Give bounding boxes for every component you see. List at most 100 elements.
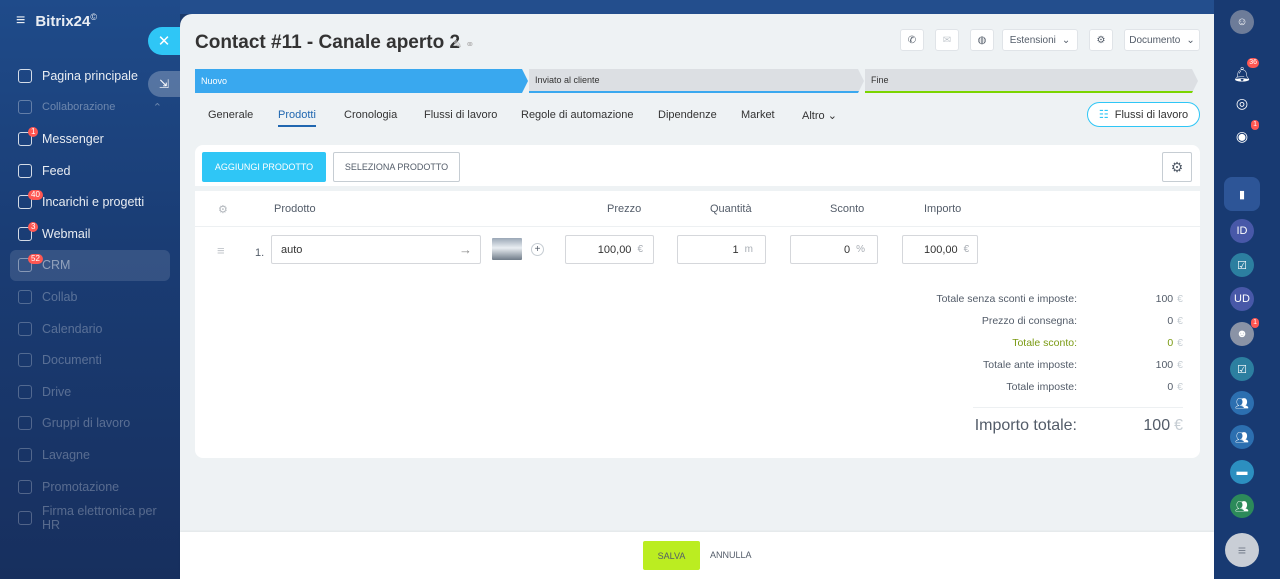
footer-bar: SALVA ANNULLA bbox=[180, 532, 1214, 579]
tab-automation[interactable]: Regole di automazione bbox=[521, 109, 634, 121]
group-icon-3[interactable]: 👥︎ bbox=[1230, 494, 1254, 518]
tab-altro[interactable]: Altro ⌄ bbox=[802, 109, 837, 122]
pencil-icon[interactable]: ✎ bbox=[453, 39, 462, 51]
sidebar-item-boards[interactable]: Lavagne bbox=[10, 439, 170, 471]
bookmark-icon[interactable]: ▮ bbox=[1224, 177, 1260, 211]
sidebar-item-home[interactable]: Pagina principale bbox=[10, 60, 170, 92]
sidebar-item-workgroups[interactable]: Gruppi di lavoro bbox=[10, 408, 170, 440]
activity-icon[interactable]: ◎ bbox=[1230, 91, 1254, 115]
sidebar-item-drive[interactable]: Drive bbox=[10, 376, 170, 408]
sidebar-item-documents[interactable]: Documenti bbox=[10, 344, 170, 376]
document-icon bbox=[18, 353, 32, 368]
minimize-slider-button[interactable]: ⇲ bbox=[148, 71, 180, 97]
chevron-down-icon: ⌄ bbox=[1186, 34, 1195, 46]
product-name-input[interactable]: auto → bbox=[271, 235, 481, 264]
link-icon[interactable]: ⚭ bbox=[465, 39, 474, 51]
sidebar-item-feed[interactable]: Feed bbox=[10, 155, 170, 187]
avatar-icon: ☺ bbox=[1236, 16, 1248, 28]
menu-icon[interactable]: ≡ bbox=[16, 12, 25, 30]
tax-label: Totale imposte: bbox=[1006, 381, 1077, 393]
quantity-input[interactable]: 1m bbox=[677, 235, 766, 264]
page-title: Contact #11 - Canale aperto 2 bbox=[195, 32, 461, 53]
signature-icon bbox=[18, 511, 32, 526]
discount-input[interactable]: 0% bbox=[790, 235, 878, 264]
close-slider-button[interactable]: ✕ bbox=[148, 27, 180, 55]
sidebar-item-calendar[interactable]: Calendario bbox=[10, 313, 170, 345]
sidebar-item-tasks[interactable]: 40 Incarichi e progetti bbox=[10, 186, 170, 218]
contact-ud-avatar[interactable]: UD bbox=[1230, 287, 1254, 311]
sidebar-item-collab[interactable]: Collab bbox=[10, 281, 170, 313]
logo-row[interactable]: ≡ Bitrix24© bbox=[16, 12, 97, 30]
contact-id-avatar[interactable]: ID bbox=[1230, 219, 1254, 243]
pretax-value: 100 € bbox=[1155, 359, 1183, 371]
extensions-button[interactable]: Estensioni ⌄ bbox=[1002, 29, 1078, 51]
tab-prodotti[interactable]: Prodotti bbox=[278, 109, 316, 127]
save-button[interactable]: SALVA bbox=[643, 541, 700, 570]
add-product-button[interactable]: AGGIUNGI PRODOTTO bbox=[202, 152, 326, 182]
drive-icon bbox=[18, 384, 32, 399]
document-button[interactable]: Documento ⌄ bbox=[1124, 29, 1200, 51]
user-avatar[interactable]: ☺ bbox=[1230, 10, 1254, 34]
gear-icon: ⚙ bbox=[1096, 34, 1106, 46]
drag-handle-icon[interactable]: ≡ bbox=[217, 243, 225, 258]
chat-icon[interactable]: ◉ 1 bbox=[1230, 120, 1259, 148]
arrow-right-icon[interactable]: → bbox=[459, 242, 472, 257]
stage-fine[interactable]: Fine bbox=[865, 69, 1198, 93]
chat-icon: ◍ bbox=[977, 34, 987, 46]
price-input[interactable]: 100,00 € bbox=[565, 235, 654, 264]
product-settings-button[interactable]: ⚙ bbox=[1162, 152, 1192, 182]
column-quantity: Quantità bbox=[710, 203, 752, 215]
cancel-button[interactable]: ANNULLA bbox=[710, 550, 752, 560]
chat-button[interactable]: ◍ bbox=[970, 29, 994, 51]
column-amount: Importo bbox=[924, 203, 962, 215]
totals-divider bbox=[973, 407, 1183, 408]
sidebar-nav: Pagina principale Collaborazione ⌃ 1 Messe… bbox=[10, 60, 170, 534]
call-button[interactable]: ✆ bbox=[900, 29, 924, 51]
left-sidebar: ≡ Bitrix24© Pagina principale Collaboraz… bbox=[0, 0, 180, 579]
tab-generale[interactable]: Generale bbox=[208, 109, 253, 121]
feed-icon bbox=[18, 163, 32, 178]
grand-total-label: Importo totale: bbox=[974, 417, 1077, 434]
settings-button[interactable]: ⚙ bbox=[1089, 29, 1113, 51]
stage-nuovo[interactable]: Nuovo bbox=[195, 69, 528, 93]
task-check-icon-2[interactable]: ☑ bbox=[1230, 357, 1254, 381]
column-discount: Sconto bbox=[830, 203, 865, 215]
column-price: Prezzo bbox=[607, 203, 642, 215]
open-channel-icon[interactable]: ▬ bbox=[1230, 460, 1254, 484]
email-button[interactable]: ✉ bbox=[935, 29, 959, 51]
contact-slider-panel: Contact #11 - Canale aperto 2 ✎ ⚭ ✆ ✉ ◍ … bbox=[180, 14, 1214, 579]
workflows-button[interactable]: ☷ Flussi di lavoro bbox=[1087, 102, 1200, 127]
amount-field: 100,00 € bbox=[902, 235, 978, 264]
bot-avatar[interactable]: ☻ 1 bbox=[1230, 318, 1259, 346]
logo: Bitrix24© bbox=[35, 12, 98, 30]
group-icon-2[interactable]: 👥︎ bbox=[1230, 425, 1254, 449]
sidebar-item-collaborazione[interactable]: Collaborazione ⌃ bbox=[10, 92, 170, 124]
home-icon bbox=[18, 68, 32, 83]
task-check-icon[interactable]: ☑ bbox=[1230, 253, 1254, 277]
sidebar-item-webmail[interactable]: 3 Webmail bbox=[10, 218, 170, 250]
notifications-icon[interactable]: 🔔︎ 36 bbox=[1230, 58, 1259, 86]
column-product: Prodotto bbox=[274, 203, 316, 215]
background-strip bbox=[180, 0, 1214, 14]
product-image[interactable] bbox=[492, 238, 522, 260]
tab-dipendenze[interactable]: Dipendenze bbox=[658, 109, 717, 121]
add-image-icon[interactable]: + bbox=[531, 243, 544, 256]
select-product-button[interactable]: SELEZIONA PRODOTTO bbox=[333, 152, 460, 182]
sidebar-item-promotion[interactable]: Promotazione bbox=[10, 471, 170, 503]
discount-total-value: 0 € bbox=[1167, 337, 1183, 349]
totals-label: Totale senza sconti e imposte: bbox=[936, 293, 1077, 305]
tab-cronologia[interactable]: Cronologia bbox=[344, 109, 397, 121]
gear-icon bbox=[18, 100, 32, 115]
column-settings-icon[interactable]: ⚙ bbox=[218, 203, 228, 216]
tab-flussi[interactable]: Flussi di lavoro bbox=[424, 109, 497, 121]
mail-icon: ✉ bbox=[942, 34, 952, 46]
tab-market[interactable]: Market bbox=[741, 109, 775, 121]
group-icon[interactable]: 👥︎ bbox=[1230, 391, 1254, 415]
sidebar-item-crm[interactable]: 52 CRM bbox=[10, 249, 170, 282]
menu-icon[interactable]: ≡ bbox=[1225, 533, 1259, 567]
sidebar-item-esign[interactable]: Firma elettronica per HR bbox=[10, 502, 170, 534]
delivery-label: Prezzo di consegna: bbox=[981, 315, 1077, 327]
stage-inviato[interactable]: Inviato al cliente bbox=[529, 69, 864, 93]
title-edit-icons[interactable]: ✎ ⚭ bbox=[453, 38, 475, 51]
sidebar-item-messenger[interactable]: 1 Messenger bbox=[10, 123, 170, 155]
